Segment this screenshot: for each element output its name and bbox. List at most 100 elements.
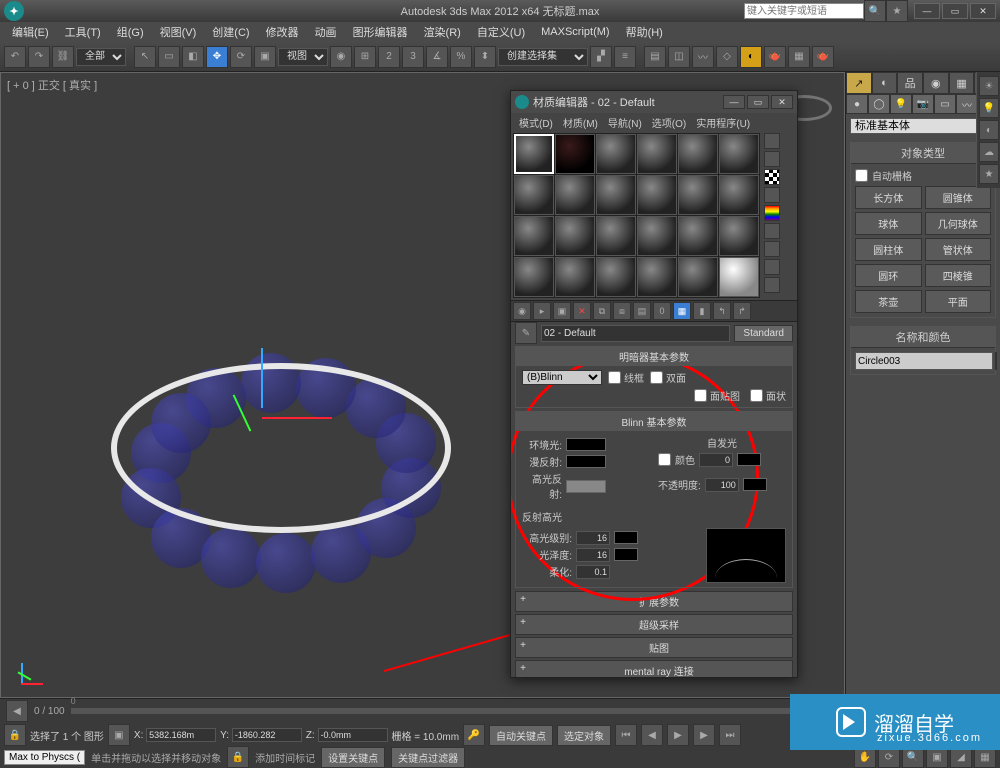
menu-modifiers[interactable]: 修改器 [260, 22, 305, 42]
preview-icon[interactable] [764, 223, 780, 239]
close-button[interactable]: ✕ [771, 95, 793, 109]
circle-shape[interactable] [111, 363, 451, 533]
material-slot[interactable] [678, 257, 718, 297]
subtab-geom-icon[interactable]: ● [846, 94, 868, 114]
minimize-button[interactable]: — [723, 95, 745, 109]
me-menu-mode[interactable]: 模式(D) [515, 113, 557, 131]
material-editor-titlebar[interactable]: 材质编辑器 - 02 - Default — ▭ ✕ [511, 91, 797, 113]
material-slot[interactable] [596, 257, 636, 297]
minimize-button[interactable]: — [914, 3, 940, 19]
play-start-icon[interactable]: ⏮ [615, 724, 637, 746]
material-slot[interactable] [719, 216, 759, 256]
bulb-icon[interactable]: 💡 [979, 98, 999, 118]
maxscript-button[interactable]: Max to Physcs ( [4, 750, 85, 765]
reset-icon[interactable]: ✕ [573, 302, 591, 320]
add-time-tag[interactable]: 添加时间标记 [255, 750, 315, 765]
graphite-icon[interactable]: ◫ [668, 46, 690, 68]
curve-editor-icon[interactable]: 〰 [692, 46, 714, 68]
selfillum-checkbox[interactable] [658, 453, 671, 466]
object-color-swatch[interactable] [995, 352, 997, 370]
autokey-button[interactable]: 自动关键点 [489, 725, 553, 746]
menu-create[interactable]: 创建(C) [206, 22, 255, 42]
x-axis-icon[interactable] [262, 417, 332, 419]
me-menu-material[interactable]: 材质(M) [559, 113, 602, 131]
tab-hierarchy-icon[interactable]: 品 [897, 72, 923, 94]
material-slot[interactable] [637, 175, 677, 215]
backlight-icon[interactable] [764, 151, 780, 167]
shader-select[interactable]: (B)Blinn [522, 370, 602, 385]
tab-modify-icon[interactable]: ◐ [872, 72, 898, 94]
subtab-shape-icon[interactable]: ◯ [868, 94, 890, 114]
me-menu-options[interactable]: 选项(O) [648, 113, 690, 131]
material-editor-window[interactable]: 材质编辑器 - 02 - Default — ▭ ✕ 模式(D) 材质(M) 导… [510, 90, 798, 678]
make-unique-icon[interactable]: ⧈ [613, 302, 631, 320]
scope-select[interactable]: 全部 [76, 48, 126, 66]
video-check-icon[interactable] [764, 205, 780, 221]
viewport-label[interactable]: [ + 0 ] 正交 [ 真实 ] [7, 77, 97, 93]
cloud-icon[interactable]: ☁ [979, 142, 999, 162]
search-icon[interactable]: 🔍 [864, 0, 886, 22]
render-setup-icon[interactable]: 🫖 [764, 46, 786, 68]
rollout-mentalray[interactable]: +mental ray 连接 [515, 660, 793, 677]
rollout-header[interactable]: 明暗器基本参数 [516, 347, 792, 366]
material-slot[interactable] [719, 175, 759, 215]
make-copy-icon[interactable]: ⧉ [593, 302, 611, 320]
selfillum-map-button[interactable] [737, 453, 761, 466]
assign-icon[interactable]: ▣ [553, 302, 571, 320]
show-end-icon[interactable]: ▮ [693, 302, 711, 320]
material-slot[interactable] [555, 175, 595, 215]
go-sibling-icon[interactable]: ↱ [733, 302, 751, 320]
gloss-map-button[interactable] [614, 548, 638, 561]
link-icon[interactable]: ⛓ [52, 46, 74, 68]
btn-cone[interactable]: 圆锥体 [925, 186, 992, 209]
lock-sel-icon[interactable]: 🔒 [227, 746, 249, 768]
shade-icon[interactable]: ◐ [979, 120, 999, 140]
material-slot[interactable] [514, 175, 554, 215]
speclevel-map-button[interactable] [614, 531, 638, 544]
coord-z-input[interactable] [318, 728, 388, 742]
ambient-swatch[interactable] [566, 438, 606, 451]
material-slot[interactable] [596, 216, 636, 256]
rollout-supersample[interactable]: +超级采样 [515, 614, 793, 635]
material-slot[interactable] [555, 257, 595, 297]
background-icon[interactable] [764, 169, 780, 185]
btn-cylinder[interactable]: 圆柱体 [855, 238, 922, 261]
show-map-icon[interactable]: ▦ [673, 302, 691, 320]
material-slot[interactable] [678, 216, 718, 256]
help-search[interactable] [744, 3, 864, 19]
btn-plane[interactable]: 平面 [925, 290, 992, 313]
coord-y-input[interactable] [232, 728, 302, 742]
menu-render[interactable]: 渲染(R) [418, 22, 467, 42]
material-slot[interactable] [514, 134, 554, 174]
keyfilter-button[interactable]: 关键点过滤器 [391, 747, 465, 768]
subtab-camera-icon[interactable]: 📷 [912, 94, 934, 114]
coord-select[interactable]: 视图 [278, 48, 328, 66]
material-editor-icon[interactable]: ◐ [740, 46, 762, 68]
scale-icon[interactable]: ▣ [254, 46, 276, 68]
setkey-button[interactable]: 设置关键点 [321, 747, 385, 768]
material-slot[interactable] [514, 257, 554, 297]
matid-icon[interactable]: 0 [653, 302, 671, 320]
material-slot[interactable] [637, 134, 677, 174]
menu-graph[interactable]: 图形编辑器 [347, 22, 414, 42]
go-parent-icon[interactable]: ↰ [713, 302, 731, 320]
tab-create-icon[interactable]: ↗ [846, 72, 872, 94]
menu-help[interactable]: 帮助(H) [620, 22, 669, 42]
sample-type-icon[interactable] [764, 133, 780, 149]
star-icon[interactable]: ★ [979, 164, 999, 184]
put-to-lib-icon[interactable]: ▤ [633, 302, 651, 320]
play-icon[interactable]: ▶ [667, 724, 689, 746]
tab-display-icon[interactable]: ▦ [949, 72, 975, 94]
spinner-icon[interactable]: ⬍ [474, 46, 496, 68]
material-slot[interactable] [596, 175, 636, 215]
close-button[interactable]: ✕ [970, 3, 996, 19]
map-nav-icon[interactable] [764, 277, 780, 293]
play-end-icon[interactable]: ⏭ [719, 724, 741, 746]
select-window-icon[interactable]: ◧ [182, 46, 204, 68]
material-type-button[interactable]: Standard [734, 325, 793, 342]
menu-anim[interactable]: 动画 [309, 22, 343, 42]
selfilter-button[interactable]: 选定对象 [557, 725, 611, 746]
autogrid-checkbox[interactable] [855, 169, 868, 182]
snap-pct-icon[interactable]: % [450, 46, 472, 68]
btn-torus[interactable]: 圆环 [855, 264, 922, 287]
